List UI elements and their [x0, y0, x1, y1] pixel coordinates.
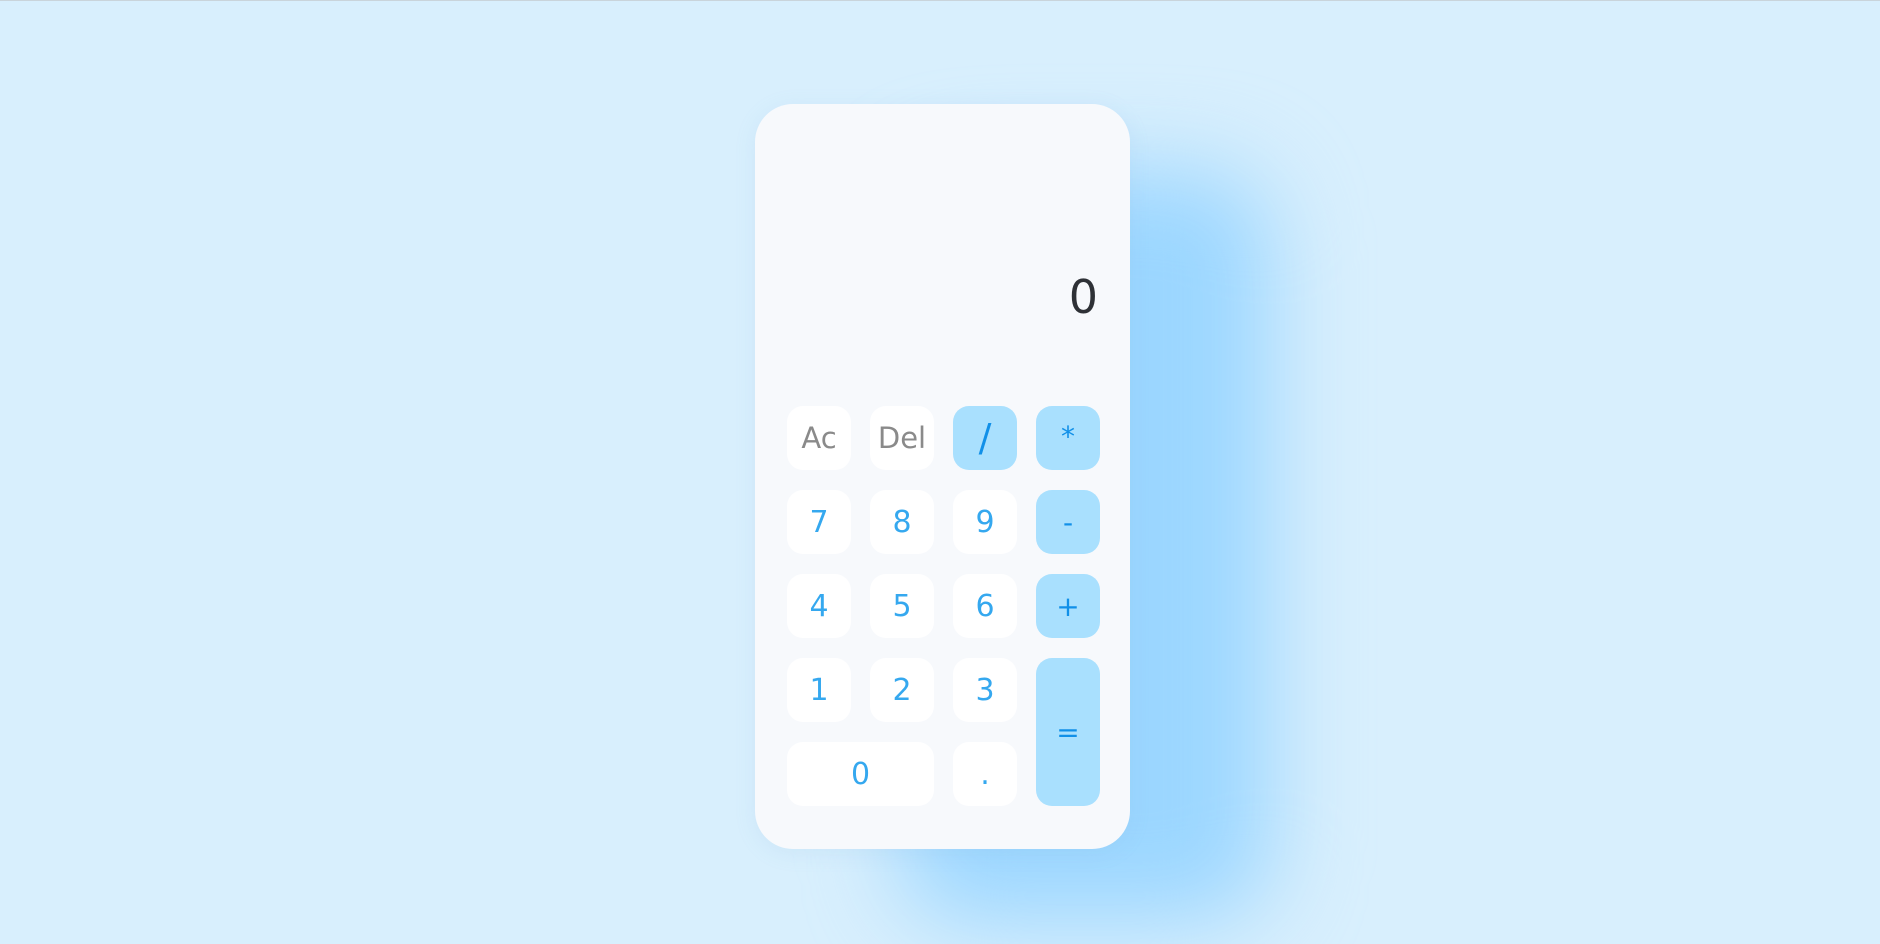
digit-1-button[interactable]: 1 [787, 658, 851, 722]
digit-8-button[interactable]: 8 [870, 490, 934, 554]
delete-button[interactable]: Del [870, 406, 934, 470]
digit-7-button[interactable]: 7 [787, 490, 851, 554]
digit-0-button[interactable]: 0 [787, 742, 934, 806]
digit-3-button[interactable]: 3 [953, 658, 1017, 722]
display-value: 0 [1068, 270, 1098, 324]
equals-button[interactable]: = [1036, 658, 1100, 806]
decimal-button[interactable]: . [953, 742, 1017, 806]
calculator: 0 Ac Del / * 7 8 9 - 4 5 6 + 1 2 3 = 0 . [755, 104, 1130, 849]
keypad: Ac Del / * 7 8 9 - 4 5 6 + 1 2 3 = 0 . [787, 406, 1100, 806]
digit-6-button[interactable]: 6 [953, 574, 1017, 638]
digit-4-button[interactable]: 4 [787, 574, 851, 638]
clear-button[interactable]: Ac [787, 406, 851, 470]
multiply-button[interactable]: * [1036, 406, 1100, 470]
digit-9-button[interactable]: 9 [953, 490, 1017, 554]
digit-2-button[interactable]: 2 [870, 658, 934, 722]
add-button[interactable]: + [1036, 574, 1100, 638]
divide-button[interactable]: / [953, 406, 1017, 470]
digit-5-button[interactable]: 5 [870, 574, 934, 638]
subtract-button[interactable]: - [1036, 490, 1100, 554]
